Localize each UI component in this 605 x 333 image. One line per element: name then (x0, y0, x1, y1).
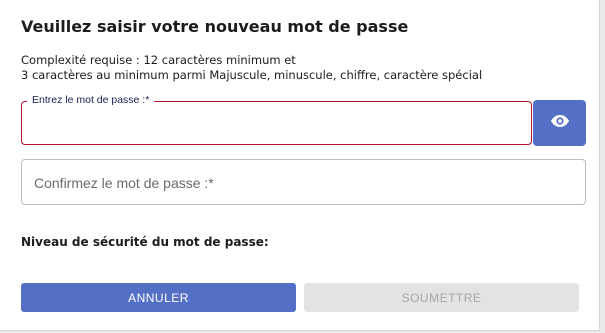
requirement-line: Complexité requise : 12 caractères minim… (21, 53, 296, 67)
submit-button[interactable]: SOUMETTRE (304, 283, 579, 312)
password-input[interactable] (21, 101, 532, 145)
confirm-password-input[interactable]: Confirmez le mot de passe :* (21, 159, 586, 205)
cancel-button[interactable]: ANNULER (21, 283, 296, 312)
password-dialog: Veuillez saisir votre nouveau mot de pas… (0, 0, 600, 331)
requirement-line: 3 caractères au minimum parmi Majuscule,… (21, 68, 483, 82)
security-level-label: Niveau de sécurité du mot de passe: (21, 235, 269, 249)
confirm-password-placeholder: Confirmez le mot de passe :* (34, 175, 214, 191)
password-input-label: Entrez le mot de passe :* (27, 93, 155, 107)
toggle-password-visibility-button[interactable] (533, 100, 586, 146)
dialog-title: Veuillez saisir votre nouveau mot de pas… (21, 17, 409, 36)
eye-icon (550, 114, 570, 133)
complexity-requirements: Complexité requise : 12 caractères minim… (21, 53, 482, 83)
